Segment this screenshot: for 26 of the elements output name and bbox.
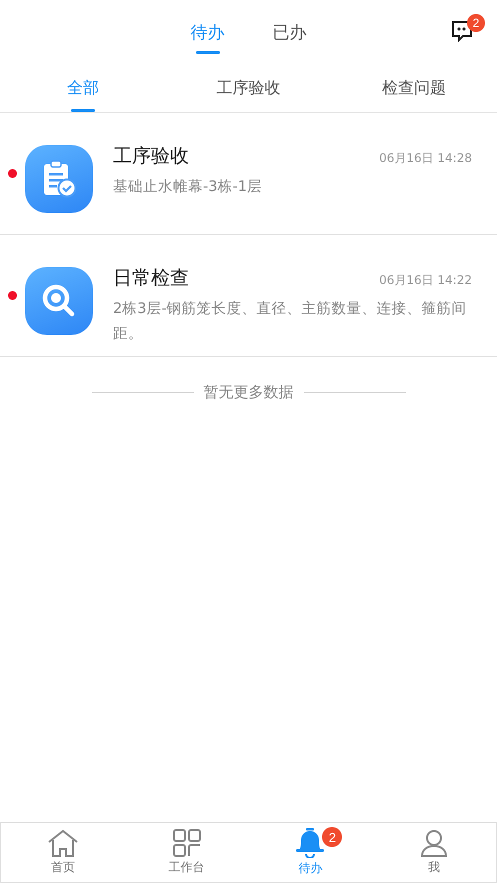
person-icon: [420, 829, 448, 857]
top-tab[interactable]: 已办: [272, 14, 306, 50]
message-badge: 2: [467, 14, 485, 32]
task-card[interactable]: 日常检查 06月16日 14:22 2栋3层-钢筋笼长度、直径、主筋数量、连接、箍筋间距。: [0, 235, 497, 357]
task-time: 06月16日 14:22: [379, 272, 472, 289]
task-card[interactable]: 工序验收 06月16日 14:28 基础止水帷幕-3栋-1层: [0, 113, 497, 235]
filter-tab[interactable]: 全部: [0, 64, 166, 112]
search-icon: [41, 283, 77, 319]
nav-item[interactable]: 工作台: [124, 823, 248, 882]
nav-item[interactable]: 2 待办: [248, 823, 372, 882]
task-title: 工序验收: [113, 144, 189, 169]
home-icon: [46, 829, 79, 857]
nav-item[interactable]: 我: [372, 823, 496, 882]
filter-tab[interactable]: 工序验收: [166, 64, 332, 112]
grid-icon: [172, 829, 201, 857]
task-title: 日常检查: [113, 266, 189, 291]
nav-item[interactable]: 首页: [1, 823, 125, 882]
bell-icon: [296, 828, 324, 858]
filter-tab[interactable]: 检查问题: [331, 64, 497, 112]
task-time: 06月16日 14:28: [379, 150, 472, 167]
task-description: 2栋3层-钢筋笼长度、直径、主筋数量、连接、箍筋间距。: [113, 300, 468, 344]
clipboard-check-icon: [42, 160, 76, 198]
chat-icon[interactable]: [451, 20, 473, 42]
end-of-list-text: 暂无更多数据: [204, 383, 294, 402]
nav-badge: 2: [322, 827, 342, 847]
task-description: 基础止水帷幕-3栋-1层: [113, 178, 263, 197]
